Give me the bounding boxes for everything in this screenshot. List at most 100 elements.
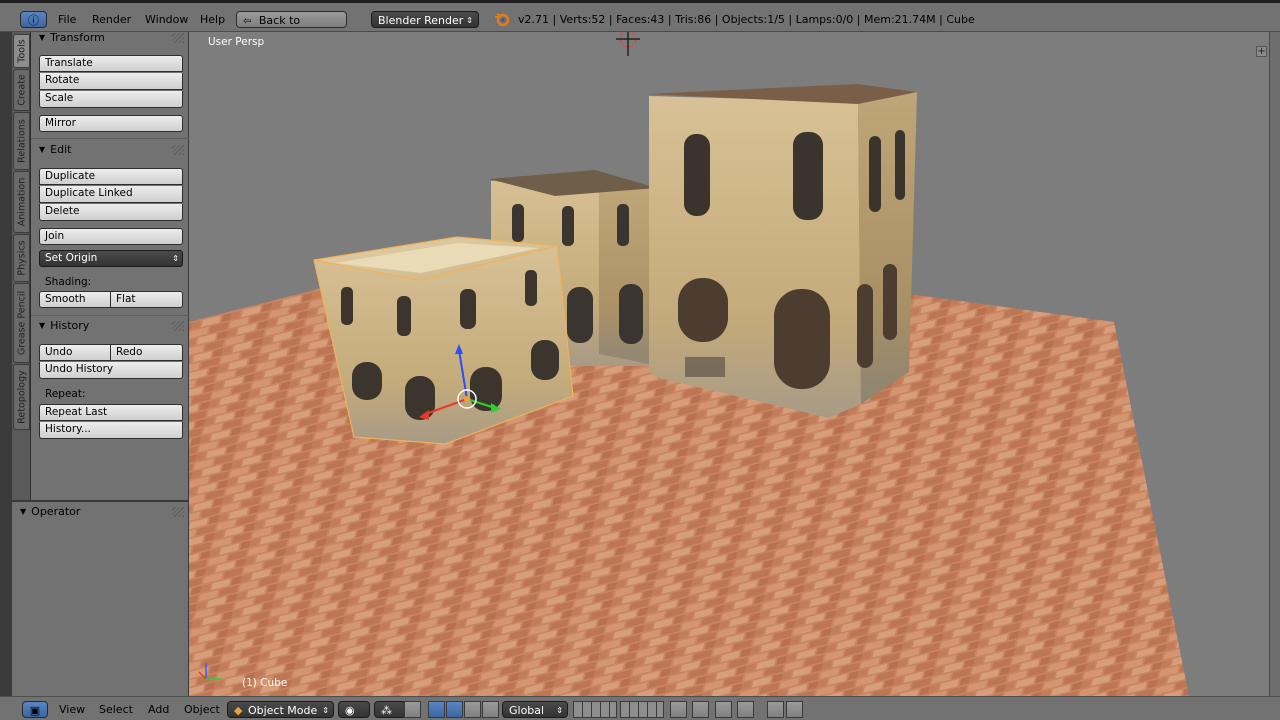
dropdown-arrows-icon: ⇕	[466, 16, 473, 25]
scene-layers-group-2[interactable]	[620, 701, 664, 718]
history-button[interactable]: History...	[39, 422, 183, 439]
tool-shelf: Transform Translate Rotate Scale Mirror …	[31, 30, 189, 500]
panel-transform-title[interactable]: Transform	[39, 30, 105, 46]
snap-element-icon[interactable]	[737, 701, 754, 718]
tab-physics-label: Physics	[16, 240, 27, 276]
transform-orientation-label: Global	[509, 704, 545, 717]
pivot-icon: ⁂	[381, 704, 392, 717]
tab-retopology-label: Retopology	[16, 370, 27, 424]
transform-orientation-select[interactable]: Global ⇕	[502, 701, 568, 718]
scale-button[interactable]: Scale	[39, 91, 183, 108]
mirror-button[interactable]: Mirror	[39, 115, 183, 132]
duplicate-button[interactable]: Duplicate	[39, 168, 183, 185]
translate-manipulator-icon[interactable]	[428, 701, 445, 718]
3d-view-header: ▣ View Select Add Object ◆ Object Mode ⇕…	[0, 696, 1280, 720]
tab-animation[interactable]: Animation	[13, 171, 30, 233]
render-opengl-icon[interactable]	[767, 701, 784, 718]
scale-manipulator-icon[interactable]	[482, 701, 499, 718]
tab-retopology[interactable]: Retopology	[13, 364, 30, 430]
duplicate-linked-button[interactable]: Duplicate Linked	[39, 186, 183, 203]
tab-relations-label: Relations	[16, 119, 27, 163]
set-origin-label: Set Origin	[45, 252, 98, 264]
repeat-label: Repeat:	[45, 388, 86, 400]
panel-operator-title[interactable]: Operator	[20, 504, 80, 520]
3d-viewport[interactable]: User Persp (1) Cube +	[189, 32, 1269, 696]
info-header: ⓘ File Render Window Help ⇦ Back to Prev…	[0, 0, 1280, 45]
back-to-previous-button[interactable]: ⇦ Back to Previous	[236, 11, 347, 45]
proportional-editing-icon[interactable]	[692, 701, 709, 718]
interaction-mode-label: Object Mode	[247, 704, 318, 717]
cube-icon: ◆	[234, 704, 243, 717]
rotate-manipulator-icon[interactable]	[464, 701, 481, 718]
menu-window[interactable]: Window	[145, 11, 188, 28]
editor-type-button[interactable]: ▣	[22, 701, 48, 718]
operator-panel: Operator	[12, 500, 189, 696]
tool-shelf-tabs: Tools Create Relations Animation Physics…	[12, 32, 31, 500]
manipulator-toggle-icon[interactable]	[404, 701, 421, 718]
shading-label: Shading:	[45, 276, 92, 288]
render-engine-label: Blender Render	[378, 14, 464, 27]
viewport-shading-select[interactable]: ◉	[338, 701, 370, 718]
tab-animation-label: Animation	[16, 177, 27, 227]
delete-button[interactable]: Delete	[39, 204, 183, 221]
snap-toggle-icon[interactable]	[715, 701, 732, 718]
join-button[interactable]: Join	[39, 228, 183, 245]
active-object-label: (1) Cube	[242, 677, 288, 689]
menu-add[interactable]: Add	[148, 701, 169, 718]
menu-render[interactable]: Render	[92, 11, 131, 28]
tab-create-label: Create	[16, 74, 27, 106]
panel-divider	[31, 138, 189, 139]
panel-grip-icon[interactable]	[172, 321, 184, 331]
back-icon: ⇦	[243, 16, 252, 27]
smooth-button[interactable]: Smooth	[39, 291, 111, 308]
menu-help[interactable]: Help	[200, 11, 225, 28]
interaction-mode-select[interactable]: ◆ Object Mode ⇕	[227, 701, 334, 718]
menu-object[interactable]: Object	[184, 701, 220, 718]
tab-create[interactable]: Create	[13, 69, 30, 111]
tab-physics[interactable]: Physics	[13, 234, 30, 282]
tall-building-bench	[685, 357, 725, 377]
panel-grip-icon[interactable]	[172, 145, 184, 155]
tab-tools-label: Tools	[16, 39, 27, 63]
undo-button[interactable]: Undo	[39, 344, 111, 361]
undo-history-button[interactable]: Undo History	[39, 362, 183, 379]
dropdown-arrows-icon: ⇕	[172, 254, 179, 263]
panel-grip-icon[interactable]	[172, 507, 184, 517]
translate-button[interactable]: Translate	[39, 55, 183, 72]
expand-properties-icon[interactable]: +	[1256, 46, 1267, 57]
pivot-point-select[interactable]: ⁂	[374, 701, 406, 718]
set-origin-menu[interactable]: Set Origin ⇕	[39, 250, 183, 267]
tab-relations[interactable]: Relations	[13, 112, 30, 170]
editor-type-button[interactable]: ⓘ	[20, 11, 47, 28]
properties-region-collapsed	[1269, 32, 1280, 696]
rotate-button[interactable]: Rotate	[39, 73, 183, 90]
panel-divider	[31, 315, 189, 316]
repeat-last-button[interactable]: Repeat Last	[39, 404, 183, 421]
menu-view[interactable]: View	[59, 701, 85, 718]
menu-select[interactable]: Select	[99, 701, 133, 718]
panel-grip-icon[interactable]	[172, 33, 184, 43]
layer-lock-icon[interactable]	[670, 701, 687, 718]
tab-tools[interactable]: Tools	[13, 34, 30, 68]
panel-edit-title[interactable]: Edit	[39, 142, 71, 158]
panel-history-title[interactable]: History	[39, 318, 89, 334]
dropdown-arrows-icon: ⇕	[556, 706, 563, 715]
render-engine-select[interactable]: Blender Render ⇕	[371, 11, 479, 28]
flat-button[interactable]: Flat	[111, 291, 183, 308]
3d-cursor	[616, 32, 640, 56]
3d-view-icon: ▣	[29, 704, 41, 717]
render-animation-icon[interactable]	[786, 701, 803, 718]
shading-icon: ◉	[345, 704, 355, 717]
redo-button[interactable]: Redo	[111, 344, 183, 361]
viewport-scene[interactable]	[189, 32, 1269, 696]
tab-grease-pencil[interactable]: Grease Pencil	[13, 283, 30, 363]
menu-file[interactable]: File	[58, 11, 76, 28]
move-manipulator-icon[interactable]	[446, 701, 463, 718]
scene-layers-group-1[interactable]	[573, 701, 617, 718]
blender-logo-icon	[494, 11, 510, 28]
dropdown-arrows-icon: ⇕	[322, 706, 329, 715]
scene-statistics: v2.71 | Verts:52 | Faces:43 | Tris:86 | …	[518, 13, 975, 26]
view-perspective-label: User Persp	[208, 36, 265, 48]
building-tall-front-face	[649, 96, 861, 418]
info-icon: ⓘ	[28, 14, 39, 27]
